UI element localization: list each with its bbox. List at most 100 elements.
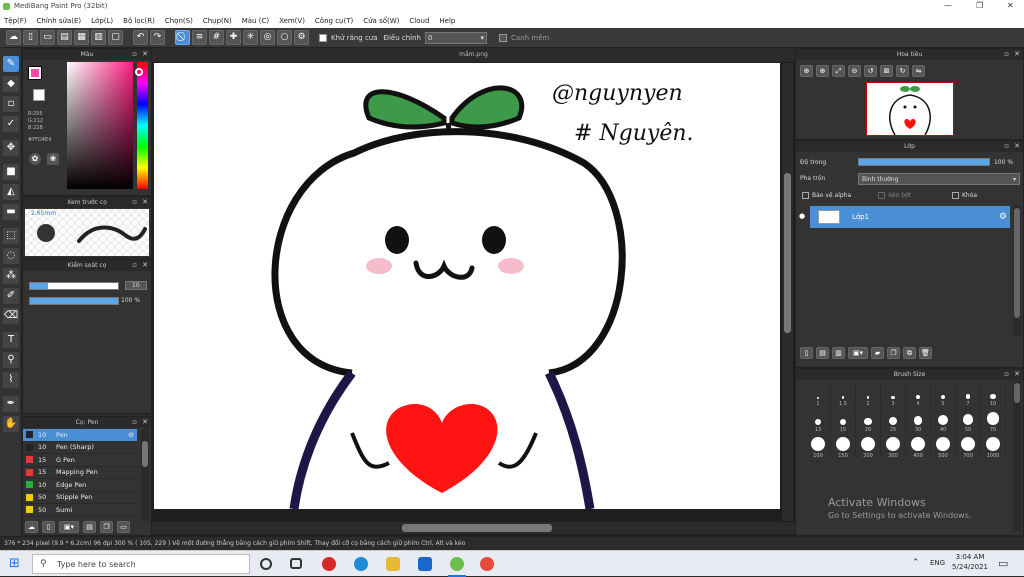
saturation-value-picker[interactable] bbox=[67, 62, 133, 189]
lock-option[interactable]: Khóa bbox=[952, 192, 977, 199]
brush-size-option[interactable]: 400 bbox=[906, 436, 931, 459]
restore-icon[interactable]: ▫ bbox=[132, 417, 137, 428]
add-layer-icon[interactable]: ▯ bbox=[800, 347, 813, 359]
save-icon[interactable]: ▤ bbox=[57, 30, 72, 45]
layers-scrollbar[interactable] bbox=[1013, 206, 1021, 336]
hue-handle[interactable] bbox=[135, 68, 143, 76]
lasso-tool-icon[interactable]: ◌ bbox=[3, 248, 19, 264]
brush-size-option[interactable]: 50 bbox=[956, 410, 981, 433]
reset-icon[interactable]: ⊠ bbox=[880, 65, 893, 77]
add-halftone-layer-icon[interactable]: ▤ bbox=[816, 347, 829, 359]
drawing-canvas[interactable]: @nguynyen # Nguyên. bbox=[154, 63, 780, 509]
palette-icon[interactable]: ✿ bbox=[29, 153, 41, 165]
brush-size-option[interactable]: 2 bbox=[856, 384, 881, 407]
menu-file[interactable]: Tệp(F) bbox=[4, 14, 27, 28]
file-explorer-icon[interactable] bbox=[386, 557, 400, 571]
redo-icon[interactable]: ↷ bbox=[150, 30, 165, 45]
snap-cross-icon[interactable]: ✚ bbox=[226, 30, 241, 45]
taskbar-search[interactable]: ⚲ Type here to search bbox=[32, 554, 250, 574]
folder-icon[interactable]: ▰ bbox=[871, 347, 884, 359]
new-file-icon[interactable]: ▯ bbox=[23, 30, 38, 45]
gear-icon[interactable]: ⚙ bbox=[999, 212, 1007, 222]
task-view-icon[interactable] bbox=[290, 558, 302, 569]
operation-tool-icon[interactable]: ⚲ bbox=[3, 352, 19, 368]
close-icon[interactable]: ✕ bbox=[142, 260, 148, 271]
document-tab[interactable]: mầm.png bbox=[152, 48, 795, 62]
close-icon[interactable]: ✕ bbox=[142, 417, 148, 428]
zoom-in-alt-icon[interactable]: ⊕ bbox=[816, 65, 829, 77]
brush-size-option[interactable]: 20 bbox=[856, 410, 881, 433]
brush-item[interactable]: 10 Pen (Sharp) bbox=[23, 442, 137, 454]
restore-icon[interactable]: ▫ bbox=[1004, 49, 1009, 60]
brush-size-option[interactable]: 30 bbox=[906, 410, 931, 433]
restore-icon[interactable]: ▫ bbox=[132, 197, 137, 208]
brush-size-option[interactable]: 15 bbox=[831, 410, 856, 433]
close-icon[interactable]: ✕ bbox=[142, 197, 148, 208]
brush-delete-icon[interactable]: ▭ bbox=[117, 521, 130, 533]
bucket-tool-icon[interactable]: ◭ bbox=[3, 184, 19, 200]
snap-ellipse-icon[interactable]: ○ bbox=[277, 30, 292, 45]
close-icon[interactable]: ✕ bbox=[142, 49, 148, 60]
snap-radial-icon[interactable]: ✳ bbox=[243, 30, 258, 45]
brush-size-option[interactable]: 70 bbox=[981, 410, 1006, 433]
rotate-right-icon[interactable]: ↻ bbox=[896, 65, 909, 77]
close-icon[interactable]: ✕ bbox=[1014, 49, 1020, 60]
menu-tools[interactable]: Công cụ(T) bbox=[315, 14, 353, 28]
cloud-brush-icon[interactable]: ☁ bbox=[25, 521, 38, 533]
menu-cloud[interactable]: Cloud bbox=[409, 14, 429, 28]
clipping-option[interactable]: Xén bớt bbox=[878, 192, 911, 199]
menu-filter[interactable]: Bộ lọc(R) bbox=[123, 14, 155, 28]
fit-icon[interactable]: ⤢ bbox=[832, 65, 845, 77]
brush-size-option[interactable]: 40 bbox=[931, 410, 956, 433]
chrome-icon[interactable] bbox=[480, 557, 494, 571]
add-brush-icon[interactable]: ▯ bbox=[42, 521, 55, 533]
lock-checkbox[interactable] bbox=[952, 192, 959, 199]
zoom-in-icon[interactable]: ⊕ bbox=[800, 65, 813, 77]
brush-size-option[interactable]: 1 bbox=[806, 384, 831, 407]
restore-icon[interactable]: ▫ bbox=[132, 260, 137, 271]
brush-item[interactable]: 15 G Pen bbox=[23, 454, 137, 467]
panel-icon[interactable]: ▦ bbox=[74, 30, 89, 45]
brush-size-option[interactable]: 10 bbox=[981, 384, 1006, 407]
protect-alpha-option[interactable]: Bảo vệ alpha bbox=[802, 192, 851, 199]
menu-color[interactable]: Màu (C) bbox=[242, 14, 269, 28]
brush-size-option[interactable]: 300 bbox=[881, 436, 906, 459]
menu-help[interactable]: Help bbox=[439, 14, 455, 28]
canvas-horizontal-scrollbar[interactable] bbox=[152, 522, 795, 534]
select-brush-icon[interactable]: ✓ bbox=[3, 116, 19, 132]
brush-size-option[interactable]: 700 bbox=[956, 436, 981, 459]
minimize-icon[interactable]: — bbox=[944, 1, 952, 10]
brush-list-scrollbar[interactable] bbox=[141, 429, 149, 521]
brush-size-option[interactable]: 25 bbox=[881, 410, 906, 433]
flip-icon[interactable]: ⇋ bbox=[912, 65, 925, 77]
brush-size-option[interactable]: 500 bbox=[931, 436, 956, 459]
move-tool-icon[interactable]: ✥ bbox=[3, 140, 19, 156]
snap-settings-icon[interactable]: ⚙ bbox=[294, 30, 309, 45]
text-tool-icon[interactable]: T bbox=[3, 332, 19, 348]
chevron-up-icon[interactable]: ⌃ bbox=[912, 558, 920, 568]
brush-size-option[interactable]: 5 bbox=[931, 384, 956, 407]
brush-size-option[interactable]: 100 bbox=[806, 436, 831, 459]
add-8bit-layer-icon[interactable]: ▥ bbox=[832, 347, 845, 359]
brush-size-option[interactable]: 200 bbox=[856, 436, 881, 459]
notification-icon[interactable]: ▭ bbox=[998, 557, 1008, 570]
brush-size-option[interactable]: 1000 bbox=[981, 436, 1006, 459]
cloud-icon[interactable]: ☁ bbox=[6, 30, 21, 45]
eye-icon[interactable]: ● bbox=[799, 206, 807, 226]
brush-size-option[interactable]: 3 bbox=[881, 384, 906, 407]
clipping-checkbox[interactable] bbox=[878, 192, 885, 199]
brush-item[interactable]: 15 Mapping Pen bbox=[23, 467, 137, 479]
snap-circle-icon[interactable]: ◎ bbox=[260, 30, 275, 45]
select-eraser-icon[interactable]: ⌫ bbox=[3, 308, 19, 324]
page-icon[interactable]: ▢ bbox=[108, 30, 123, 45]
cortana-icon[interactable] bbox=[260, 558, 272, 570]
duplicate-layer-icon[interactable]: ❐ bbox=[887, 347, 900, 359]
fill-rect-icon[interactable]: ■ bbox=[3, 164, 19, 180]
gradient-tool-icon[interactable]: ▬ bbox=[3, 204, 19, 220]
rotate-left-icon[interactable]: ↺ bbox=[864, 65, 877, 77]
menu-snap[interactable]: Chụp(N) bbox=[203, 14, 232, 28]
adjust-select[interactable]: 0 ▾ bbox=[425, 31, 487, 44]
mail-icon[interactable] bbox=[418, 557, 432, 571]
brush-size-value[interactable]: 10 bbox=[125, 281, 147, 290]
brush-size-option[interactable]: 13 bbox=[806, 410, 831, 433]
